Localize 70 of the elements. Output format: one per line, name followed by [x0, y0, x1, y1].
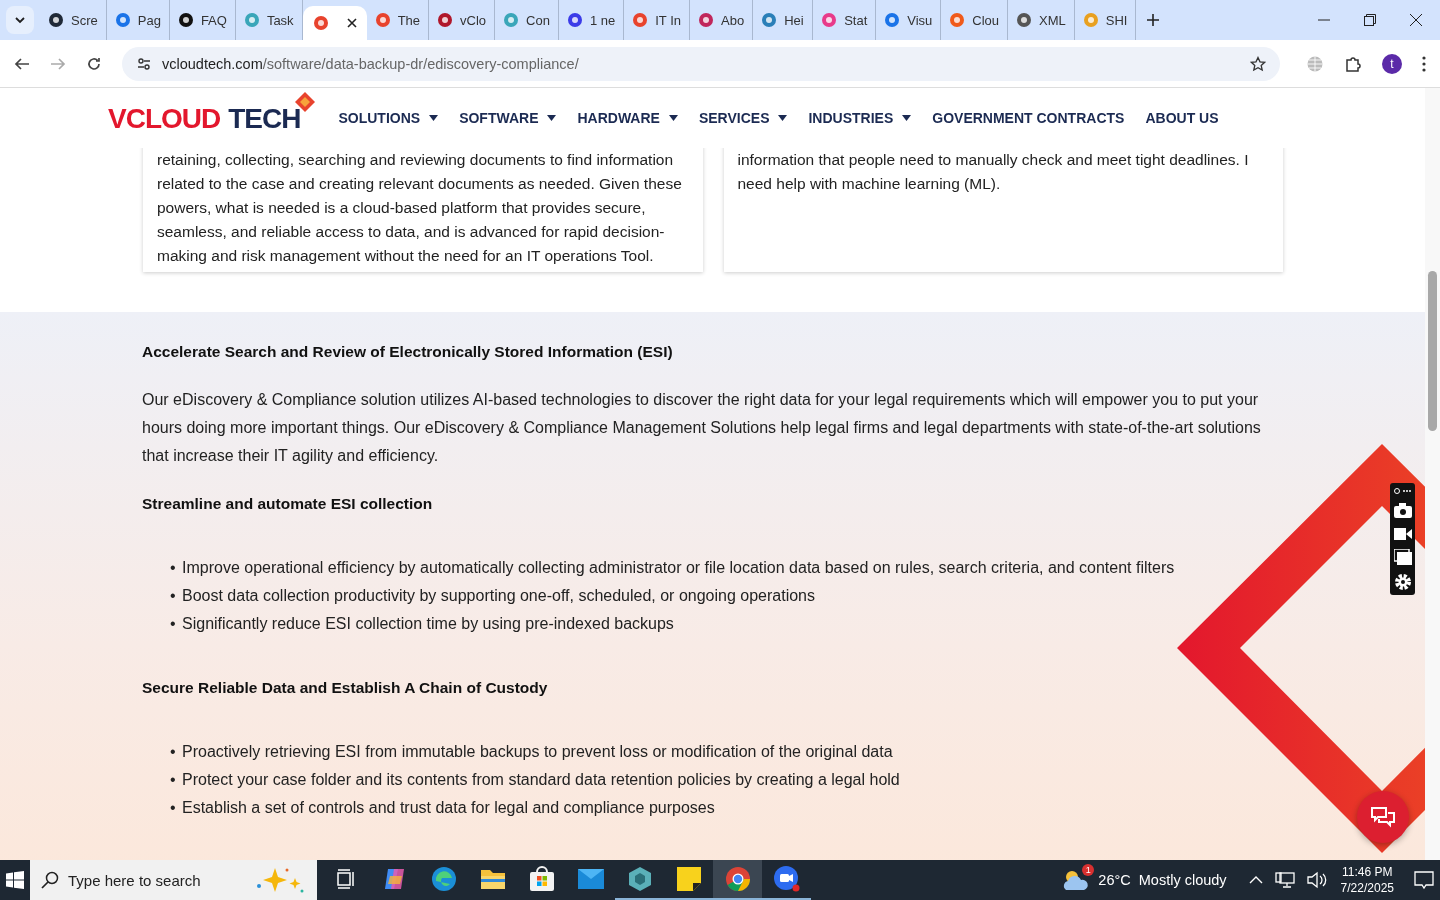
scrollbar[interactable]: [1425, 88, 1440, 860]
store-bag-icon: [528, 866, 555, 892]
chat-icon: [1370, 806, 1396, 828]
new-tab-icon[interactable]: [1146, 13, 1161, 27]
card-text: retaining, collecting, searching and reviewing documents to find information related to the case and creating relevant documents as needed. Given these powers, what is needed is a cloud-based platform that provides secure, seamless, and reliable access to data, and is advanced for rapid decision-making and risk management without the need for an IT operations Tool.: [157, 150, 683, 266]
bullet-point: •: [170, 770, 176, 790]
close-tab-icon[interactable]: [346, 18, 357, 28]
clock-time[interactable]: 11:46 PM: [1342, 864, 1393, 880]
camera-icon[interactable]: [1393, 503, 1412, 519]
search-icon: [41, 871, 59, 889]
nav-link[interactable]: HARDWARE: [577, 110, 678, 126]
notification-badge: 1: [1082, 864, 1095, 876]
chevron-up-icon[interactable]: [1248, 875, 1263, 885]
url-text: vcloudtech.com/software/data-backup-dr/ediscovery-compliance/: [162, 55, 579, 72]
temperature-text: 26°C: [1098, 872, 1131, 888]
windows-icon[interactable]: [1393, 549, 1412, 565]
close-icon[interactable]: [1410, 14, 1422, 26]
reload-icon[interactable]: [86, 55, 102, 72]
clock-date[interactable]: 7/22/2025: [1340, 880, 1394, 896]
intro-paragraph: Our eDiscovery & Compliance solution utilizes AI-based technologies to discover the right data for your legal requirements which will empower you to put your hours doing more important things. Our eDiscovery & Compliance Management Solutions help legal firms and legal departments with state-of-the-art solutions that increase their IT agility and efficiency.: [142, 390, 1262, 466]
bullet-text: Significantly reduce ESI collection time by using pre-indexed backups: [182, 614, 674, 634]
nav-link[interactable]: SERVICES: [698, 110, 788, 126]
bullet-point: •: [170, 614, 176, 634]
network-icon[interactable]: [1274, 871, 1295, 889]
tab-search-button[interactable]: [6, 6, 34, 34]
start-icon[interactable]: [6, 871, 24, 889]
settings-icon[interactable]: [1393, 573, 1412, 591]
weather-text: Mostly cloudy: [1138, 872, 1227, 888]
restore-icon[interactable]: [1364, 14, 1376, 26]
bullet-point: •: [170, 798, 176, 818]
nav-link[interactable]: ABOUT US: [1145, 110, 1219, 126]
browser-tab[interactable]: [302, 6, 367, 40]
card-text: information that people need to manually check and meet tight deadlines. I need help with machine learning (ML).: [737, 150, 1250, 194]
nav-link[interactable]: INDUSTRIES: [808, 110, 912, 126]
bullet-point: •: [170, 742, 176, 762]
menu-icon[interactable]: [1422, 55, 1426, 72]
nav-link[interactable]: SOLUTIONS: [338, 110, 439, 126]
caret-icon: [14, 14, 26, 26]
task-view-icon: [334, 869, 357, 889]
volume-icon[interactable]: [1306, 871, 1327, 889]
sticky-note-icon: [676, 867, 701, 891]
video-meeting-icon: [772, 865, 801, 893]
bullet-text: Establish a set of controls and trust data for legal and compliance purposes: [182, 798, 715, 818]
subsection-heading: Streamline and automate ESI collection: [142, 494, 434, 514]
bullet-point: •: [170, 558, 176, 578]
nav-link[interactable]: GOVERNMENT CONTRACTS: [932, 110, 1125, 126]
site-logo[interactable]: VCLOUD TECH: [108, 91, 317, 135]
extensions-icon[interactable]: [1344, 54, 1362, 73]
back-icon[interactable]: [14, 55, 30, 72]
bullet-text: Improve operational efficiency by automatically collecting administrator or file location data based on rules, search criteria, and content filters: [182, 558, 1175, 578]
more-icon[interactable]: [1393, 487, 1412, 495]
chrome-icon: [724, 866, 751, 892]
section-heading: Accelerate Search and Review of Electronically Stored Information (ESI): [142, 342, 674, 362]
bullet-text: Proactively retrieving ESI from immutable backups to prevent loss or modification of the original data: [182, 742, 893, 762]
edge-icon: [430, 866, 457, 892]
bookmark-star-icon[interactable]: [1250, 55, 1266, 72]
mail-icon: [577, 869, 604, 889]
site-settings-icon[interactable]: [136, 55, 152, 72]
nav-link[interactable]: SOFTWARE: [459, 110, 557, 126]
bullet-text: Boost data collection productivity by supporting one-off, scheduled, or ongoing operations: [182, 586, 815, 606]
bullet-text: Protect your case folder and its contents from standard data retention policies by creating a legal hold: [182, 770, 900, 790]
address-bar[interactable]: vcloudtech.com/software/data-backup-dr/ediscovery-compliance/: [122, 46, 1280, 81]
video-camera-icon[interactable]: [1393, 527, 1412, 541]
subsection-heading: Secure Reliable Data and Establish A Chain of Custody: [142, 678, 549, 698]
hexagon-icon: [626, 866, 653, 892]
taskbar-search-field[interactable]: Type here to search: [30, 860, 317, 900]
bullet-point: •: [170, 586, 176, 606]
profile-avatar[interactable]: t: [1382, 53, 1402, 74]
folder-icon: [479, 868, 506, 890]
notification-icon[interactable]: [1414, 870, 1434, 890]
